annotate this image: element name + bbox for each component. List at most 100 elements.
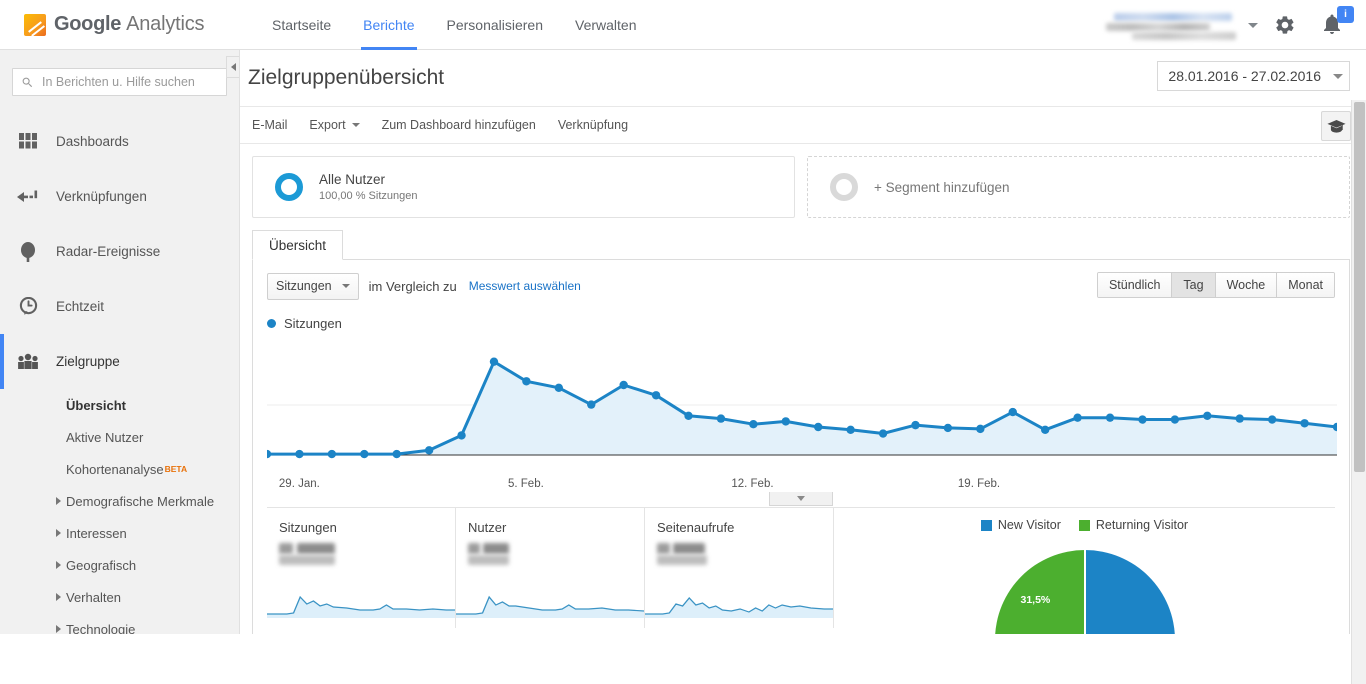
- chevron-down-icon: [341, 284, 350, 288]
- shortcut-label: Verknüpfung: [557, 118, 629, 132]
- scrollbar-thumb[interactable]: [1354, 102, 1365, 472]
- sidebar-subitem-label: Technologie: [66, 621, 136, 635]
- beta-badge: BETA: [164, 464, 188, 474]
- sidebar-item-echtzeit[interactable]: Echtzeit: [0, 279, 239, 334]
- topnav-item-personalisieren[interactable]: Personalisieren: [431, 0, 560, 50]
- sidebar-subitem-interessen[interactable]: Interessen: [0, 517, 239, 549]
- sidebar-item-radar-ereignisse[interactable]: Radar-Ereignisse: [0, 224, 239, 279]
- legend-label-sitzungen: Sitzungen: [284, 316, 342, 331]
- account-chevron-down-icon[interactable]: [1248, 22, 1258, 28]
- shortcut-button[interactable]: Verknüpfung: [558, 118, 628, 132]
- metric-card-nutzer[interactable]: Nutzer: [456, 508, 645, 628]
- legend-color-swatch: [267, 319, 276, 328]
- tab-uebersicht[interactable]: Übersicht: [252, 230, 344, 260]
- sessions-line-chart[interactable]: 29. Jan. 5. Feb. 12. Feb. 19. Feb.: [262, 343, 1342, 493]
- metric-value-redacted: [657, 543, 717, 565]
- sidebar-subitem-label: Übersicht: [66, 397, 126, 413]
- sidebar-subitem-demografische-merkmale[interactable]: Demografische Merkmale: [0, 485, 239, 517]
- sidebar-collapse-button[interactable]: [226, 56, 239, 78]
- sidebar-subitem-verhalten[interactable]: Verhalten: [0, 581, 239, 613]
- account-name-redacted[interactable]: [1106, 11, 1236, 40]
- chart-x-tick-label: 5. Feb.: [508, 478, 544, 490]
- sidebar-item-label: Dashboards: [56, 134, 129, 149]
- sidebar-subitem-label: Aktive Nutzer: [66, 429, 144, 445]
- sparkline-seitenaufrufe: [645, 597, 833, 618]
- metric-card-label: Nutzer: [468, 520, 507, 535]
- segment-bar: Alle Nutzer 100,00 % Sitzungen + Segment…: [252, 156, 1350, 218]
- granularity-monat[interactable]: Monat: [1277, 273, 1334, 297]
- education-button[interactable]: [1321, 111, 1351, 141]
- google-analytics-logo-icon: [24, 13, 46, 36]
- sidebar-subitem-aktive-nutzer[interactable]: Aktive Nutzer: [0, 421, 239, 453]
- content-area: Alle Nutzer 100,00 % Sitzungen + Segment…: [240, 144, 1366, 634]
- sidebar-subitem-label: Interessen: [66, 525, 127, 541]
- search-box[interactable]: [12, 68, 227, 96]
- topnav-item-berichte[interactable]: Berichte: [347, 0, 430, 50]
- segment-all-users[interactable]: Alle Nutzer 100,00 % Sitzungen: [252, 156, 795, 218]
- chevron-left-icon: [231, 63, 236, 71]
- page-scrollbar[interactable]: [1351, 100, 1366, 684]
- report-toolbar: E-Mail Export Zum Dashboard hinzufügen V…: [240, 107, 1366, 144]
- notifications-button[interactable]: i: [1320, 6, 1354, 38]
- report-tabs: Übersicht: [252, 230, 1350, 260]
- chart-x-tick-label: 12. Feb.: [731, 478, 774, 490]
- topnav-item-startseite[interactable]: Startseite: [256, 0, 347, 50]
- export-button[interactable]: Export: [309, 118, 360, 132]
- sidebar-nav: Dashboards Verknüpfungen Radar-Ereigniss…: [0, 114, 239, 634]
- pie-legend-swatch: [1078, 519, 1090, 531]
- sidebar-subitem-technologie[interactable]: Technologie: [0, 613, 239, 634]
- email-button[interactable]: E-Mail: [252, 118, 287, 132]
- sidebar-item-verknuepfungen[interactable]: Verknüpfungen: [0, 169, 239, 224]
- add-segment-button[interactable]: + Segment hinzufügen: [807, 156, 1350, 218]
- sidebar: Dashboards Verknüpfungen: [0, 50, 240, 634]
- sessions-chart-svg: [262, 357, 1342, 459]
- sidebar-subitem-label: Demografische Merkmale: [66, 493, 215, 509]
- graduation-cap-icon: [1326, 119, 1346, 133]
- top-bar: Google Analytics Startseite Berichte Per…: [0, 0, 1366, 50]
- sidebar-subitem-kohortenanalyse[interactable]: Kohortenanalyse BETA: [0, 453, 239, 485]
- select-metric-link[interactable]: Messwert auswählen: [469, 279, 581, 293]
- topnav-item-verwalten[interactable]: Verwalten: [559, 0, 652, 50]
- metric-card-sitzungen[interactable]: Sitzungen: [267, 508, 456, 628]
- pie-chart-svg: [994, 550, 1175, 634]
- granularity-stuendlich[interactable]: Stündlich: [1097, 273, 1173, 297]
- granularity-tag[interactable]: Tag: [1172, 273, 1216, 297]
- date-range-picker[interactable]: 28.01.2016 - 27.02.2016: [1157, 61, 1350, 91]
- new-vs-returning-pie[interactable]: New Visitor Returning Visitor 31,5%: [834, 508, 1335, 634]
- segment-donut-icon: [275, 173, 303, 201]
- pie-legend: New Visitor Returning Visitor: [834, 518, 1335, 532]
- metric-card-label: Sitzungen: [279, 520, 337, 535]
- export-label: Export: [309, 118, 346, 132]
- sidebar-subitem-label: Geografisch: [66, 557, 137, 573]
- sidebar-subitem-uebersicht[interactable]: Übersicht: [0, 389, 239, 421]
- pie-legend-swatch: [980, 519, 992, 531]
- sidebar-subitem-geografisch[interactable]: Geografisch: [0, 549, 239, 581]
- segment-subtitle: 100,00 % Sitzungen: [319, 190, 418, 202]
- brand-logo-group[interactable]: Google Analytics: [24, 13, 214, 36]
- date-range-label: 28.01.2016 - 27.02.2016: [1168, 68, 1321, 84]
- pie-chart[interactable]: 31,5%: [993, 548, 1177, 634]
- search-input[interactable]: [40, 74, 218, 90]
- chart-expand-handle[interactable]: [769, 492, 833, 506]
- metric-card-seitenaufrufe[interactable]: Seitenaufrufe: [645, 508, 834, 628]
- sidebar-subitem-label: Verhalten: [66, 589, 121, 605]
- metric-select-label: Sitzungen: [276, 279, 332, 293]
- segment-placeholder-donut-icon: [830, 173, 858, 201]
- granularity-woche[interactable]: Woche: [1215, 273, 1278, 297]
- metric-select[interactable]: Sitzungen: [267, 272, 359, 300]
- sidebar-item-dashboards[interactable]: Dashboards: [0, 114, 239, 169]
- add-to-dashboard-button[interactable]: Zum Dashboard hinzufügen: [382, 118, 536, 132]
- sidebar-item-zielgruppe[interactable]: Zielgruppe: [0, 334, 239, 389]
- pie-legend-label: New Visitor: [997, 518, 1061, 532]
- sparkline-sitzungen: [267, 595, 455, 618]
- add-to-dashboard-label: Zum Dashboard hinzufügen: [381, 118, 536, 132]
- body-wrapper: Dashboards Verknüpfungen: [0, 50, 1366, 684]
- main-content: Zielgruppenübersicht 28.01.2016 - 27.02.…: [240, 50, 1366, 634]
- pie-legend-returning-visitor[interactable]: Returning Visitor: [1078, 518, 1188, 532]
- sidebar-item-label: Zielgruppe: [56, 354, 120, 369]
- chevron-right-icon: [56, 529, 61, 537]
- chevron-down-icon: [797, 496, 805, 501]
- gear-icon[interactable]: [1274, 14, 1296, 36]
- top-right-controls: i: [1106, 0, 1354, 50]
- pie-legend-new-visitor[interactable]: New Visitor: [980, 518, 1061, 532]
